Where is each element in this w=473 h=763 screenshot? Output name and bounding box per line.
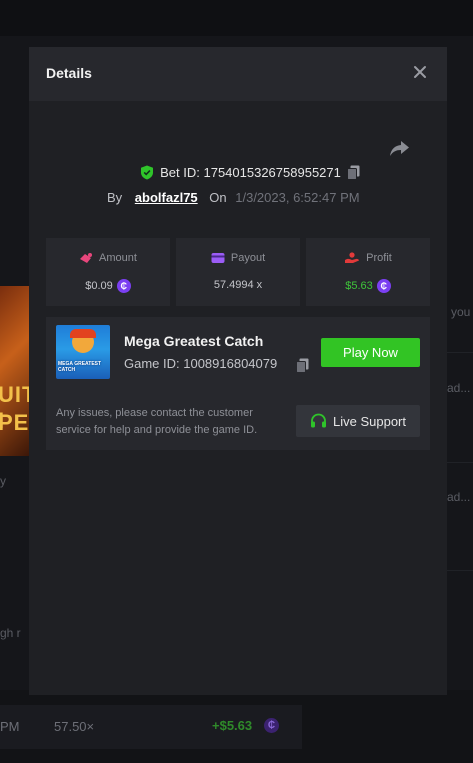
bet-meta-row: By abolfazl75 On 1/3/2023, 6:52:47 PM	[107, 190, 360, 205]
stat-payout: Payout 57.4994 x	[176, 238, 300, 306]
close-icon	[414, 66, 426, 78]
bet-date: 1/3/2023, 6:52:47 PM	[235, 190, 360, 205]
background-divider	[447, 570, 473, 571]
game-card: MEGA GREATEST CATCH Mega Greatest Catch …	[46, 317, 430, 450]
coin-icon: ₵	[264, 718, 279, 733]
background-bet-row: PM 57.50× +$5.63 ₵	[0, 705, 302, 749]
live-support-button[interactable]: Live Support	[296, 405, 420, 437]
username-link[interactable]: abolfazl75	[135, 190, 198, 205]
game-title: Mega Greatest Catch	[124, 333, 264, 349]
bet-row-profit: +$5.63	[212, 718, 253, 733]
profit-hand-icon	[345, 252, 360, 264]
wallet-icon	[211, 253, 225, 264]
play-now-button[interactable]: Play Now	[321, 338, 420, 367]
on-label: On	[209, 190, 227, 205]
by-label: By	[107, 190, 123, 205]
background-text: ad...	[447, 490, 471, 504]
copy-icon[interactable]	[346, 165, 360, 180]
coin-icon: ₵	[376, 279, 391, 293]
share-icon	[390, 141, 409, 156]
live-support-label: Live Support	[333, 413, 406, 429]
payout-value: 57.4994 x	[213, 279, 263, 291]
background-divider	[447, 462, 473, 463]
modal-title: Details	[46, 65, 92, 81]
share-button[interactable]	[388, 138, 412, 158]
amount-value: $0.09	[85, 279, 113, 292]
close-button[interactable]	[409, 61, 431, 83]
amount-icon	[80, 253, 93, 264]
bet-id: Bet ID: 1754015326758955271	[160, 165, 341, 180]
headset-icon	[311, 413, 326, 428]
bet-id-row: Bet ID: 1754015326758955271	[29, 165, 447, 183]
background-text: ad...	[447, 381, 471, 395]
copy-icon[interactable]	[296, 358, 309, 373]
details-modal: Details Bet ID: 1754015326758955271 By a…	[29, 47, 447, 695]
stat-amount: Amount $0.09 ₵	[46, 238, 170, 306]
shield-check-icon	[141, 165, 154, 180]
amount-label: Amount	[99, 252, 137, 264]
game-thumbnail-title: MEGA GREATEST CATCH	[58, 361, 102, 373]
profit-value: $5.63	[345, 279, 373, 292]
support-help-text: Any issues, please contact the customer …	[56, 407, 258, 436]
coin-icon: ₵	[116, 279, 131, 293]
bet-row-multiplier: 57.50×	[54, 719, 95, 734]
background-text: y	[0, 474, 6, 488]
background-text: gh r	[0, 626, 21, 640]
background-divider	[447, 352, 473, 353]
background-promo-banner: UIT I PER	[0, 286, 45, 456]
bet-stats: Amount $0.09 ₵ Payout 57.4994 x Profit $…	[46, 238, 430, 306]
profit-label: Profit	[366, 252, 392, 264]
background-top-bar	[0, 0, 473, 36]
payout-label: Payout	[230, 252, 266, 264]
bet-row-time: PM	[0, 719, 20, 734]
game-id: Game ID: 1008916804079	[124, 356, 278, 371]
stat-profit: Profit $5.63 ₵	[306, 238, 430, 306]
game-thumbnail[interactable]: MEGA GREATEST CATCH	[56, 325, 110, 379]
modal-header: Details	[29, 47, 447, 101]
background-text: you	[451, 305, 471, 319]
